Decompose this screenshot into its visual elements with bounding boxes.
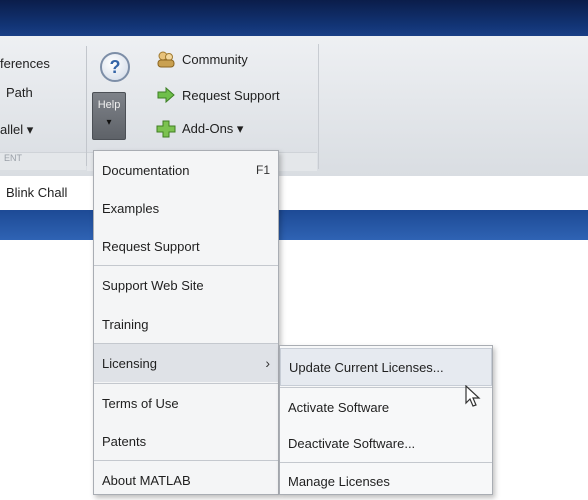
ribbon-divider xyxy=(318,44,319,169)
request-support-icon xyxy=(156,86,176,104)
toolstrip-ribbon: ferences Path allel ▾ ENT ? Help ▾ Commu… xyxy=(0,36,588,177)
community-button[interactable]: Community xyxy=(156,50,248,68)
submenu-item-activate-software[interactable]: Activate Software xyxy=(280,388,492,426)
blue-band xyxy=(0,210,588,240)
editor-tab[interactable]: Blink Chall xyxy=(6,185,67,200)
question-icon[interactable]: ? xyxy=(100,52,130,82)
submenu-item-manage-licenses[interactable]: Manage Licenses xyxy=(280,462,492,500)
menu-item-examples[interactable]: Examples xyxy=(94,189,278,227)
request-support-button[interactable]: Request Support xyxy=(156,86,280,104)
menu-item-request-support[interactable]: Request Support xyxy=(94,227,278,265)
community-label: Community xyxy=(182,51,248,67)
set-path-button[interactable]: Path xyxy=(6,85,33,100)
menu-item-about-matlab[interactable]: About MATLAB xyxy=(94,461,278,499)
menu-item-patents[interactable]: Patents xyxy=(94,422,278,460)
licensing-submenu: Update Current Licenses... Activate Soft… xyxy=(279,345,493,495)
parallel-button[interactable]: allel ▾ xyxy=(0,122,33,138)
documentation-label: Documentation xyxy=(102,162,190,178)
menu-item-training[interactable]: Training xyxy=(94,305,278,343)
menu-item-terms-of-use[interactable]: Terms of Use xyxy=(94,384,278,422)
submenu-item-update-licenses[interactable]: Update Current Licenses... xyxy=(280,348,492,386)
title-bar xyxy=(0,0,588,36)
preferences-button[interactable]: ferences xyxy=(0,56,50,71)
licensing-label: Licensing xyxy=(102,355,157,371)
group-divider xyxy=(86,46,87,166)
help-button[interactable]: Help ▾ xyxy=(92,92,126,140)
community-icon xyxy=(156,50,176,68)
menu-item-documentation[interactable]: Documentation F1 xyxy=(94,151,278,189)
add-ons-icon xyxy=(156,120,176,138)
add-ons-button[interactable]: Add-Ons ▾ xyxy=(156,120,243,138)
menu-item-licensing[interactable]: Licensing › xyxy=(94,344,278,382)
mouse-pointer-icon xyxy=(465,385,481,407)
documentation-shortcut: F1 xyxy=(255,163,270,177)
chevron-right-icon: › xyxy=(265,355,270,371)
menu-item-support-web-site[interactable]: Support Web Site xyxy=(94,266,278,304)
help-dropdown-menu: Documentation F1 Examples Request Suppor… xyxy=(93,150,279,495)
editor-tab-row: Blink Chall xyxy=(0,176,588,211)
environment-caption: ENT xyxy=(0,152,86,170)
help-button-label: Help xyxy=(97,99,121,111)
chevron-down-icon: ▾ xyxy=(106,117,112,128)
submenu-item-deactivate-software[interactable]: Deactivate Software... xyxy=(280,424,492,462)
environment-group: ferences Path allel ▾ ENT xyxy=(0,36,86,176)
request-support-label: Request Support xyxy=(182,87,280,103)
add-ons-label: Add-Ons ▾ xyxy=(182,121,244,136)
